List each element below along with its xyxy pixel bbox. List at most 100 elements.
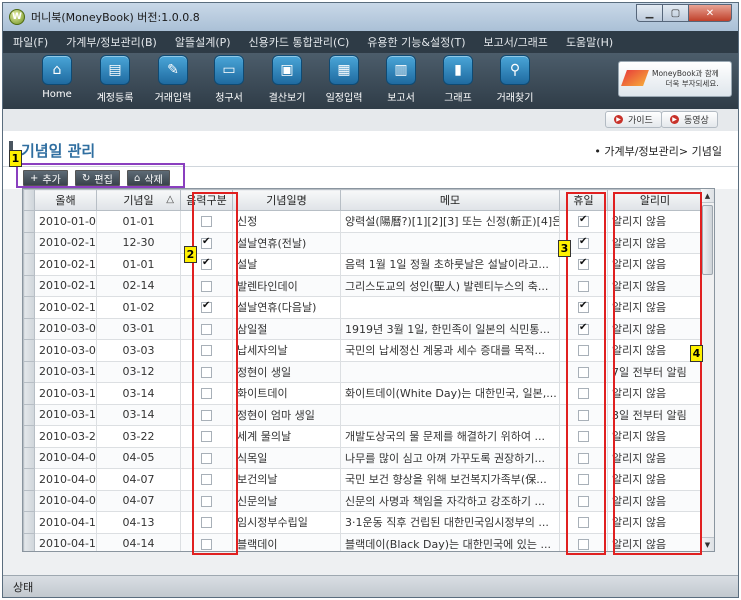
cell-date[interactable]: 04-05 xyxy=(96,446,181,469)
menu-accounts[interactable]: 가계부/정보관리(B) xyxy=(66,34,157,50)
toolbar-transaction-entry-button[interactable]: ✎ 거래입력 xyxy=(143,55,203,104)
cell-name[interactable]: 블랙데이 xyxy=(232,532,341,551)
scroll-thumb[interactable] xyxy=(702,205,713,275)
cell-date[interactable]: 03-22 xyxy=(96,425,181,448)
cell-memo[interactable]: 화이트데이(White Day)는 대한민국, 일본,... xyxy=(340,382,560,405)
cell-this-year[interactable]: 2010-02-14 xyxy=(34,274,97,297)
cell-this-year[interactable]: 2010-04-05 xyxy=(34,446,97,469)
cell-this-year[interactable]: 2010-02-14 xyxy=(34,253,97,276)
cell-name[interactable]: 임시정부수립일 xyxy=(232,511,341,534)
promo-banner[interactable]: MoneyBook과 함께 더욱 부자되세요. xyxy=(618,61,732,97)
cell-this-year[interactable]: 2010-03-12 xyxy=(34,360,97,383)
row-selector[interactable] xyxy=(23,403,35,426)
cell-memo[interactable]: 그리스도교의 성인(聖人) 발렌티누스의 축... xyxy=(340,274,560,297)
cell-name[interactable]: 설날 xyxy=(232,253,341,276)
toolbar-home-button[interactable]: ⌂ Home xyxy=(27,55,87,100)
cell-date[interactable]: 04-07 xyxy=(96,468,181,491)
cell-name[interactable]: 식목일 xyxy=(232,446,341,469)
cell-this-year[interactable]: 2010-02-13 xyxy=(34,231,97,254)
cell-date[interactable]: 03-14 xyxy=(96,403,181,426)
row-selector[interactable] xyxy=(23,511,35,534)
row-selector[interactable] xyxy=(23,382,35,405)
cell-memo[interactable] xyxy=(340,403,560,426)
cell-date[interactable]: 01-01 xyxy=(96,253,181,276)
cell-memo[interactable]: 신문의 사명과 책임을 자각하고 강조하기 ... xyxy=(340,489,560,512)
vertical-scrollbar[interactable]: ▲ ▼ xyxy=(700,189,714,551)
toolbar-report-button[interactable]: ▥ 보고서 xyxy=(371,55,431,104)
col-name[interactable]: 기념일명 xyxy=(232,189,341,211)
cell-date[interactable]: 01-01 xyxy=(96,210,181,233)
maximize-icon[interactable]: ▢ xyxy=(662,4,688,22)
cell-memo[interactable]: 3·1운동 직후 건립된 대한민국임시정부의 ... xyxy=(340,511,560,534)
cell-date[interactable]: 04-07 xyxy=(96,489,181,512)
cell-name[interactable]: 신정 xyxy=(232,210,341,233)
cell-date[interactable]: 03-12 xyxy=(96,360,181,383)
cell-name[interactable]: 보건의날 xyxy=(232,468,341,491)
cell-date[interactable]: 02-14 xyxy=(96,274,181,297)
cell-date[interactable]: 03-14 xyxy=(96,382,181,405)
cell-this-year[interactable]: 2010-03-03 xyxy=(34,339,97,362)
cell-this-year[interactable]: 2010-03-14 xyxy=(34,403,97,426)
row-selector[interactable] xyxy=(23,231,35,254)
row-selector[interactable] xyxy=(23,274,35,297)
cell-name[interactable]: 납세자의날 xyxy=(232,339,341,362)
row-selector[interactable] xyxy=(23,339,35,362)
cell-memo[interactable]: 음력 1월 1일 정월 초하룻날은 설날이라고... xyxy=(340,253,560,276)
row-selector[interactable] xyxy=(23,210,35,233)
row-selector[interactable] xyxy=(23,532,35,551)
cell-date[interactable]: 04-14 xyxy=(96,532,181,551)
col-this-year[interactable]: 올해 xyxy=(34,189,97,211)
scroll-up-icon[interactable]: ▲ xyxy=(701,189,714,203)
toolbar-search-button[interactable]: ⚲ 거래찾기 xyxy=(485,55,545,104)
cell-memo[interactable] xyxy=(340,360,560,383)
close-icon[interactable]: ✕ xyxy=(688,4,732,22)
col-date[interactable]: 기념일 △ xyxy=(96,189,181,211)
cell-name[interactable]: 정현이 생일 xyxy=(232,360,341,383)
row-selector[interactable] xyxy=(23,253,35,276)
row-selector[interactable] xyxy=(23,317,35,340)
cell-this-year[interactable]: 2010-04-14 xyxy=(34,532,97,551)
cell-memo[interactable]: 나무를 많이 심고 아껴 가꾸도록 권장하기... xyxy=(340,446,560,469)
col-memo[interactable]: 메모 xyxy=(340,189,560,211)
cell-date[interactable]: 01-02 xyxy=(96,296,181,319)
menu-reports[interactable]: 보고서/그래프 xyxy=(484,34,548,50)
cell-this-year[interactable]: 2010-03-22 xyxy=(34,425,97,448)
row-selector[interactable] xyxy=(23,468,35,491)
cell-this-year[interactable]: 2010-04-13 xyxy=(34,511,97,534)
row-selector[interactable] xyxy=(23,489,35,512)
cell-this-year[interactable]: 2010-03-01 xyxy=(34,317,97,340)
guide-button[interactable]: ▶ 가이드 xyxy=(605,111,662,128)
cell-this-year[interactable]: 2010-01-01 xyxy=(34,210,97,233)
toolbar-graph-button[interactable]: ▮ 그래프 xyxy=(428,55,488,104)
row-selector[interactable] xyxy=(23,446,35,469)
toolbar-settlement-button[interactable]: ▣ 결산보기 xyxy=(257,55,317,104)
menu-tools[interactable]: 유용한 기능&설정(T) xyxy=(367,34,465,50)
row-selector[interactable] xyxy=(23,296,35,319)
menu-help[interactable]: 도움말(H) xyxy=(566,34,613,50)
scroll-down-icon[interactable]: ▼ xyxy=(701,537,714,551)
toolbar-account-register-button[interactable]: ▤ 계정등록 xyxy=(85,55,145,104)
toolbar-bill-button[interactable]: ▭ 청구서 xyxy=(199,55,259,104)
row-selector[interactable] xyxy=(23,425,35,448)
cell-name[interactable]: 삼일절 xyxy=(232,317,341,340)
cell-date[interactable]: 03-03 xyxy=(96,339,181,362)
cell-name[interactable]: 신문의날 xyxy=(232,489,341,512)
cell-memo[interactable]: 국민 보건 향상을 위해 보건복지가족부(保... xyxy=(340,468,560,491)
cell-memo[interactable]: 국민의 납세정신 계몽과 세수 증대를 목적... xyxy=(340,339,560,362)
cell-memo[interactable] xyxy=(340,296,560,319)
menu-credit-card[interactable]: 신용카드 통합관리(C) xyxy=(249,34,350,50)
cell-date[interactable]: 04-13 xyxy=(96,511,181,534)
video-button[interactable]: ▶ 동영상 xyxy=(661,111,718,128)
cell-memo[interactable] xyxy=(340,231,560,254)
cell-memo[interactable]: 1919년 3월 1일, 한민족이 일본의 식민통... xyxy=(340,317,560,340)
cell-name[interactable]: 화이트데이 xyxy=(232,382,341,405)
cell-name[interactable]: 발렌타인데이 xyxy=(232,274,341,297)
cell-name[interactable]: 정현이 엄마 생일 xyxy=(232,403,341,426)
cell-this-year[interactable]: 2010-04-07 xyxy=(34,489,97,512)
cell-date[interactable]: 12-30 xyxy=(96,231,181,254)
minimize-icon[interactable]: ▁ xyxy=(636,4,662,22)
row-selector[interactable] xyxy=(23,360,35,383)
menu-file[interactable]: 파일(F) xyxy=(13,34,48,50)
cell-memo[interactable]: 개발도상국의 물 문제를 해결하기 위하여 ... xyxy=(340,425,560,448)
cell-this-year[interactable]: 2010-03-14 xyxy=(34,382,97,405)
